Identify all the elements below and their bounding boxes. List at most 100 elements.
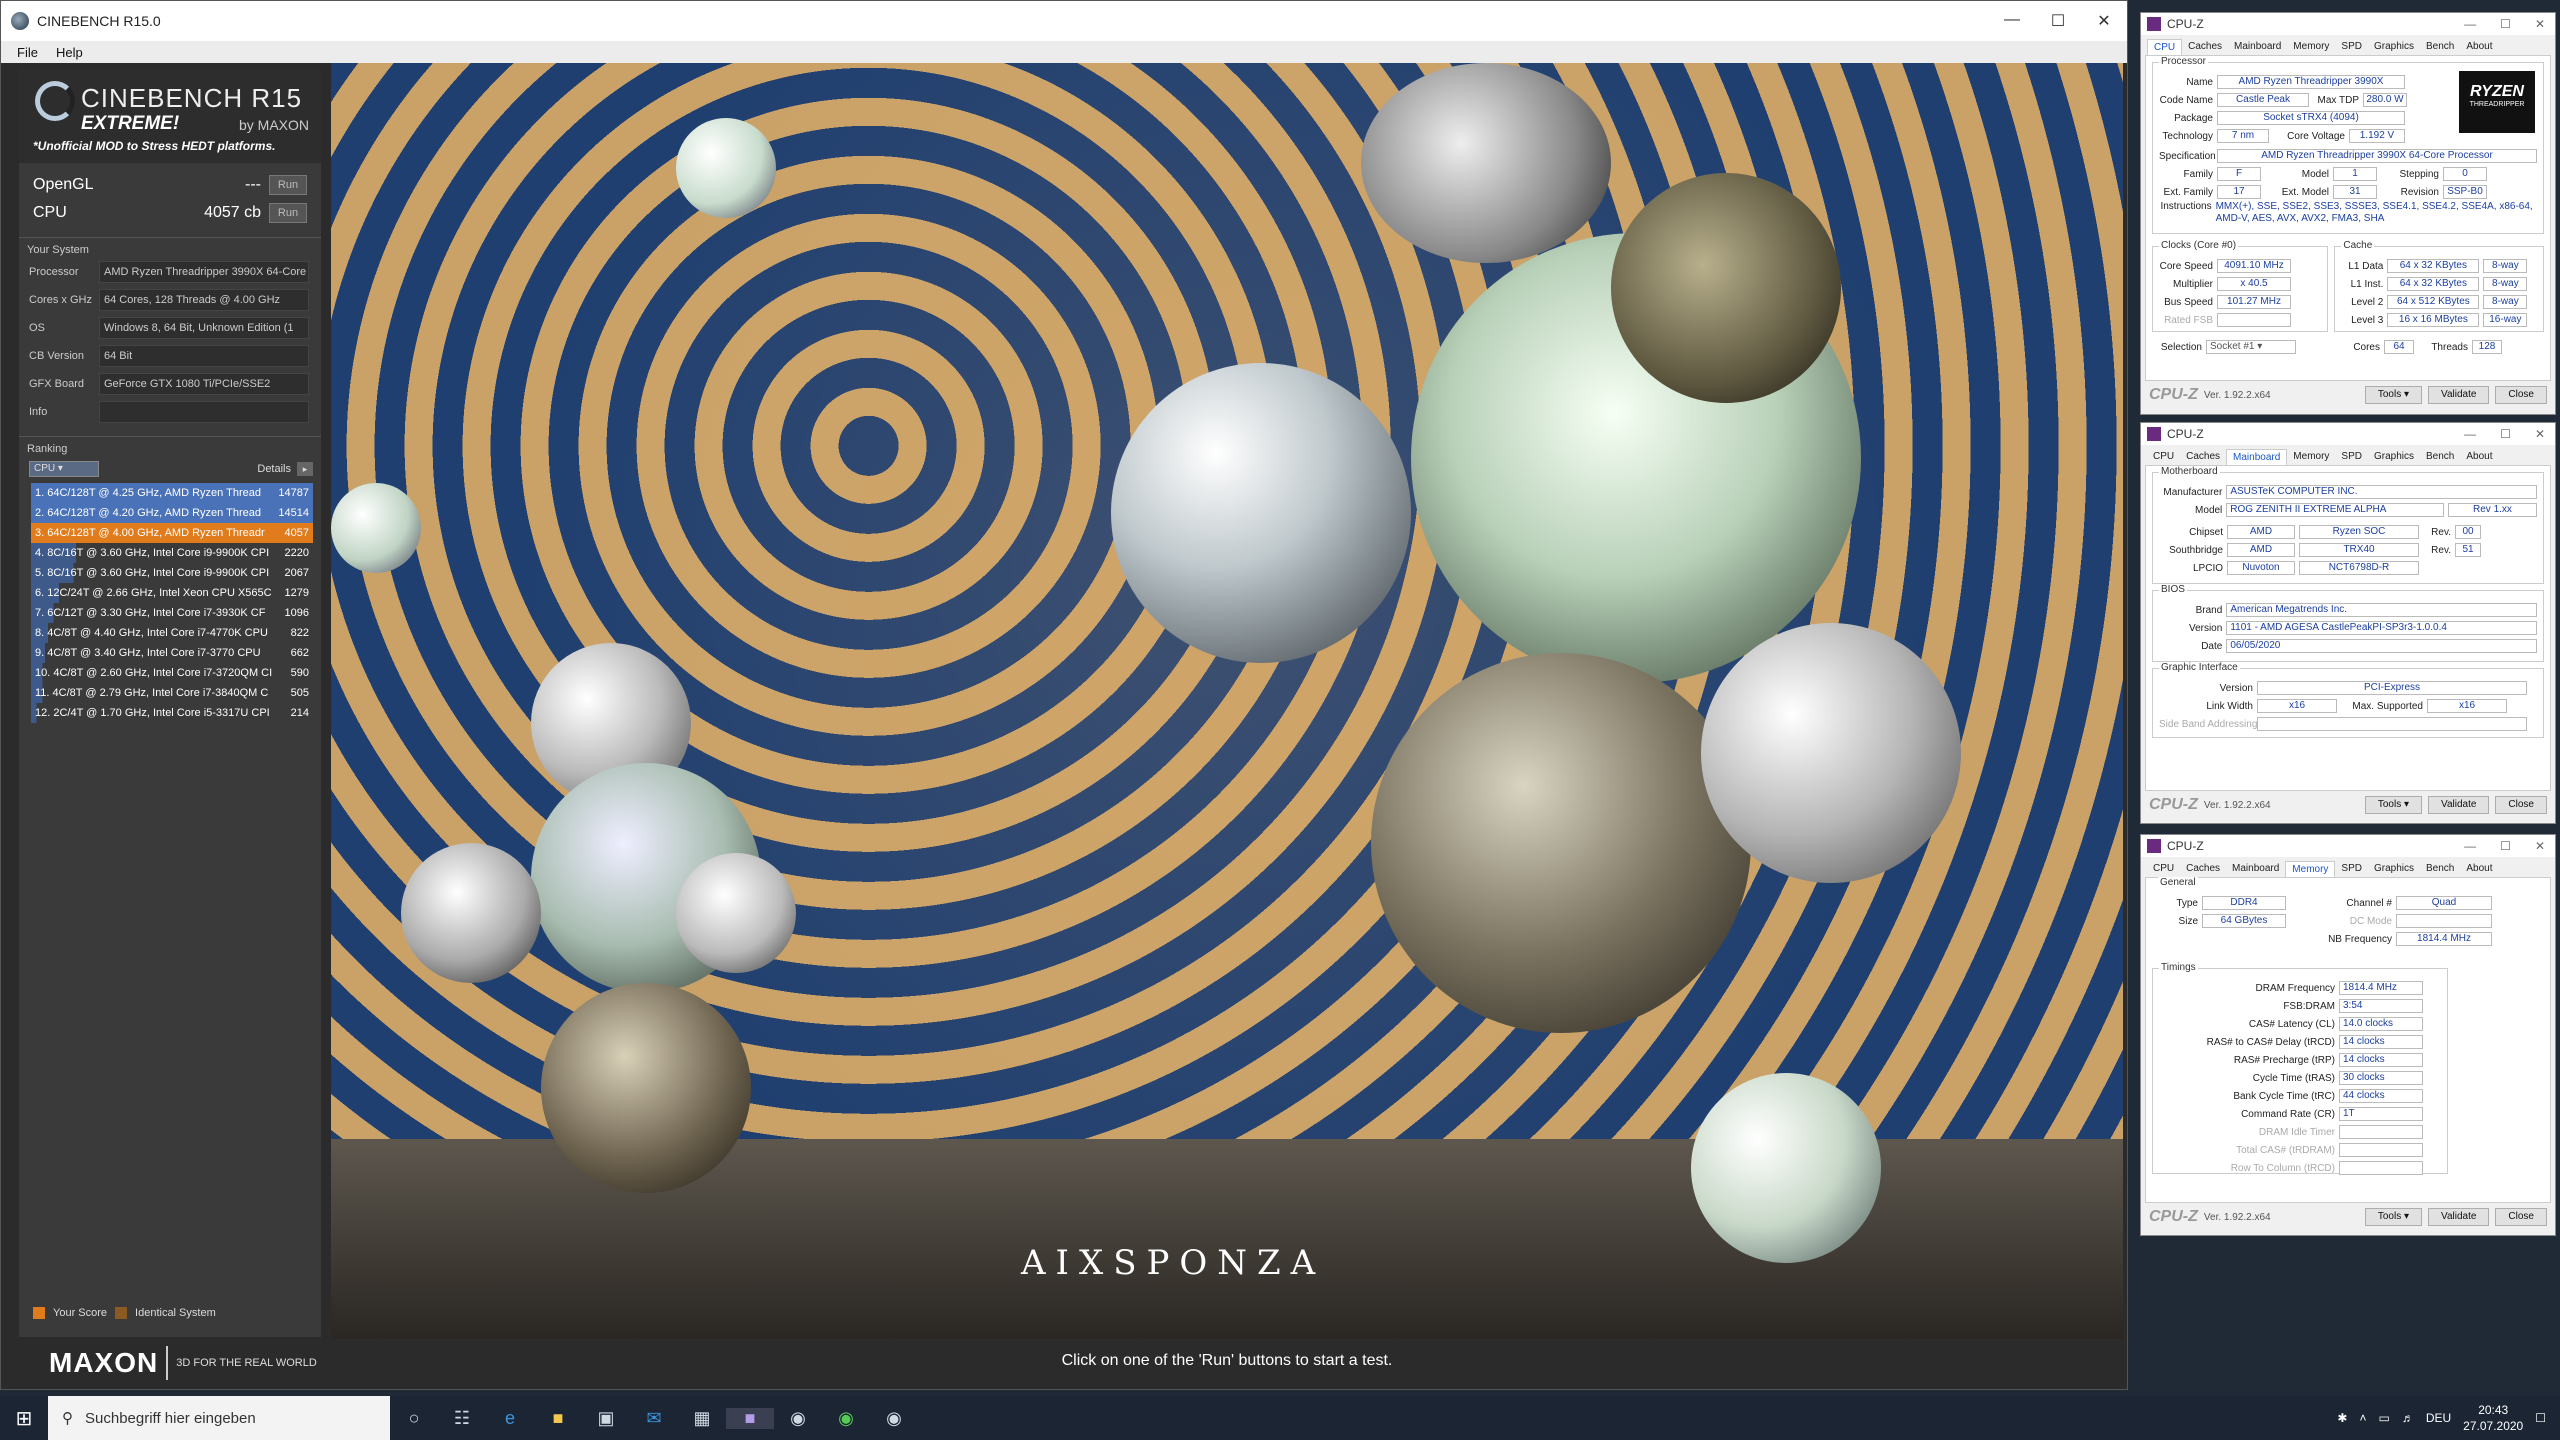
ranking-item[interactable]: 10. 4C/8T @ 2.60 GHz, Intel Core i7-3720…: [31, 663, 313, 683]
cpuz-memory-window: CPU-Z — ☐ ✕ CPU Caches Mainboard Memory SPD…: [2140, 834, 2556, 1236]
task-view-icon[interactable]: ☷: [438, 1408, 486, 1429]
tools-button[interactable]: Tools ▾: [2364, 386, 2423, 404]
tab-memory[interactable]: Memory: [2285, 861, 2336, 877]
close-icon[interactable]: ✕: [2535, 839, 2545, 853]
close-icon[interactable]: ✕: [2535, 427, 2545, 441]
ranking-item[interactable]: 5. 8C/16T @ 3.60 GHz, Intel Core i9-9900…: [31, 563, 313, 583]
close-button[interactable]: Close: [2495, 1208, 2547, 1226]
tab-about[interactable]: About: [2460, 39, 2498, 55]
system-value: GeForce GTX 1080 Ti/PCIe/SSE2: [99, 373, 309, 395]
windows-start-icon[interactable]: ⊞: [0, 1406, 48, 1431]
close-icon[interactable]: ✕: [2081, 11, 2127, 31]
field-row: Chipset AMD Ryzen SOC Rev. 00: [2159, 523, 2537, 541]
ranking-item[interactable]: 7. 6C/12T @ 3.30 GHz, Intel Core i7-3930…: [31, 603, 313, 623]
cortana-icon[interactable]: ○: [390, 1408, 438, 1429]
dc-mode-value: [2396, 914, 2492, 928]
tab-caches[interactable]: Caches: [2182, 39, 2228, 55]
socket-select[interactable]: Socket #1 ▾: [2206, 340, 2296, 354]
network-icon[interactable]: ▭: [2378, 1411, 2389, 1425]
ranking-filter-value: CPU: [34, 463, 56, 474]
tab-graphics[interactable]: Graphics: [2368, 449, 2420, 465]
taskbar-search-box[interactable]: ⚲ Suchbegriff hier eingeben: [48, 1396, 390, 1440]
ranking-score: 4057: [284, 527, 309, 539]
tab-spd[interactable]: SPD: [2335, 861, 2368, 877]
tab-memory[interactable]: Memory: [2287, 39, 2335, 55]
ranking-item[interactable]: 9. 4C/8T @ 3.40 GHz, Intel Core i7-3770 …: [31, 643, 313, 663]
ranking-item[interactable]: 12. 2C/4T @ 1.70 GHz, Intel Core i5-3317…: [31, 703, 313, 723]
ranking-filter-dropdown[interactable]: CPU ▾: [29, 461, 99, 477]
ranking-item[interactable]: 6. 12C/24T @ 2.66 GHz, Intel Xeon CPU X5…: [31, 583, 313, 603]
cpu-run-button[interactable]: Run: [269, 203, 307, 223]
minimize-icon[interactable]: —: [2464, 17, 2476, 31]
ranking-list: 1. 64C/128T @ 4.25 GHz, AMD Ryzen Thread…: [31, 483, 313, 1303]
edge-icon[interactable]: е: [486, 1408, 534, 1429]
language-indicator[interactable]: DEU: [2426, 1411, 2451, 1425]
tab-spd[interactable]: SPD: [2335, 449, 2368, 465]
details-button[interactable]: Details ▸: [257, 462, 313, 476]
ranking-item[interactable]: 3. 64C/128T @ 4.00 GHz, AMD Ryzen Thread…: [31, 523, 313, 543]
tab-graphics[interactable]: Graphics: [2368, 861, 2420, 877]
menu-help[interactable]: Help: [56, 45, 83, 60]
field-row: Type DDR4 Channel # Quad: [2158, 894, 2538, 912]
cinebench-taskbar-icon[interactable]: ◉: [870, 1408, 918, 1429]
tab-about[interactable]: About: [2460, 449, 2498, 465]
tab-memory[interactable]: Memory: [2287, 449, 2335, 465]
tab-spd[interactable]: SPD: [2335, 39, 2368, 55]
volume-icon[interactable]: ♬: [2402, 1411, 2414, 1425]
app-icon[interactable]: ◉: [774, 1408, 822, 1429]
tab-cpu[interactable]: CPU: [2147, 449, 2180, 465]
menu-file[interactable]: File: [17, 45, 38, 60]
bluetooth-icon[interactable]: ✱: [2337, 1411, 2347, 1425]
store-icon[interactable]: ▣: [582, 1408, 630, 1429]
tab-mainboard[interactable]: Mainboard: [2228, 39, 2287, 55]
ranking-score: 14787: [278, 487, 309, 499]
tab-caches[interactable]: Caches: [2180, 861, 2226, 877]
tab-cpu[interactable]: CPU: [2147, 39, 2183, 55]
ranking-score: 2067: [284, 567, 309, 579]
clock[interactable]: 20:43 27.07.2020: [2463, 1402, 2523, 1434]
maximize-icon[interactable]: ☐: [2500, 17, 2511, 31]
bios-date-value: 06/05/2020: [2226, 639, 2537, 653]
tab-caches[interactable]: Caches: [2180, 449, 2226, 465]
ranking-item[interactable]: 11. 4C/8T @ 2.79 GHz, Intel Core i7-3840…: [31, 683, 313, 703]
tab-bench[interactable]: Bench: [2420, 449, 2460, 465]
tab-bench[interactable]: Bench: [2420, 861, 2460, 877]
maximize-icon[interactable]: ☐: [2500, 427, 2511, 441]
minimize-icon[interactable]: —: [2464, 427, 2476, 441]
validate-button[interactable]: Validate: [2428, 386, 2490, 404]
notification-icon[interactable]: ☐: [2535, 1411, 2546, 1425]
tab-mainboard[interactable]: Mainboard: [2226, 449, 2288, 465]
ranking-item[interactable]: 2. 64C/128T @ 4.20 GHz, AMD Ryzen Thread…: [31, 503, 313, 523]
validate-button[interactable]: Validate: [2428, 1208, 2490, 1226]
maximize-icon[interactable]: ☐: [2035, 11, 2081, 31]
file-explorer-icon[interactable]: ■: [534, 1408, 582, 1429]
render-sphere: [1111, 363, 1411, 663]
opengl-run-button[interactable]: Run: [269, 175, 307, 195]
validate-button[interactable]: Validate: [2428, 796, 2490, 814]
ranking-item[interactable]: 1. 64C/128T @ 4.25 GHz, AMD Ryzen Thread…: [31, 483, 313, 503]
close-button[interactable]: Close: [2495, 796, 2547, 814]
tab-bench[interactable]: Bench: [2420, 39, 2460, 55]
mail-icon[interactable]: ✉: [630, 1408, 678, 1429]
tools-button[interactable]: Tools ▾: [2364, 796, 2423, 814]
maximize-icon[interactable]: ☐: [2500, 839, 2511, 853]
cpuz-taskbar-icon[interactable]: ■: [726, 1407, 774, 1429]
minimize-icon[interactable]: —: [2464, 839, 2476, 853]
cpuz-version: Ver. 1.92.2.x64: [2203, 799, 2271, 811]
chevron-up-icon[interactable]: ˄: [2359, 1411, 2366, 1425]
minimize-icon[interactable]: —: [1989, 11, 2035, 31]
system-value: AMD Ryzen Threadripper 3990X 64-Core: [99, 261, 309, 283]
tab-about[interactable]: About: [2460, 861, 2498, 877]
tab-mainboard[interactable]: Mainboard: [2226, 861, 2285, 877]
app-icon-green[interactable]: ◉: [822, 1408, 870, 1429]
ranking-item[interactable]: 4. 8C/16T @ 3.60 GHz, Intel Core i9-9900…: [31, 543, 313, 563]
cores-value: 64: [2384, 340, 2414, 354]
close-button[interactable]: Close: [2495, 386, 2547, 404]
ranking-item[interactable]: 8. 4C/8T @ 4.40 GHz, Intel Core i7-4770K…: [31, 623, 313, 643]
tab-graphics[interactable]: Graphics: [2368, 39, 2420, 55]
tools-button[interactable]: Tools ▾: [2364, 1208, 2423, 1226]
tab-cpu[interactable]: CPU: [2147, 861, 2180, 877]
close-icon[interactable]: ✕: [2535, 17, 2545, 31]
info-field[interactable]: [99, 401, 309, 423]
calculator-icon[interactable]: ▦: [678, 1408, 726, 1429]
